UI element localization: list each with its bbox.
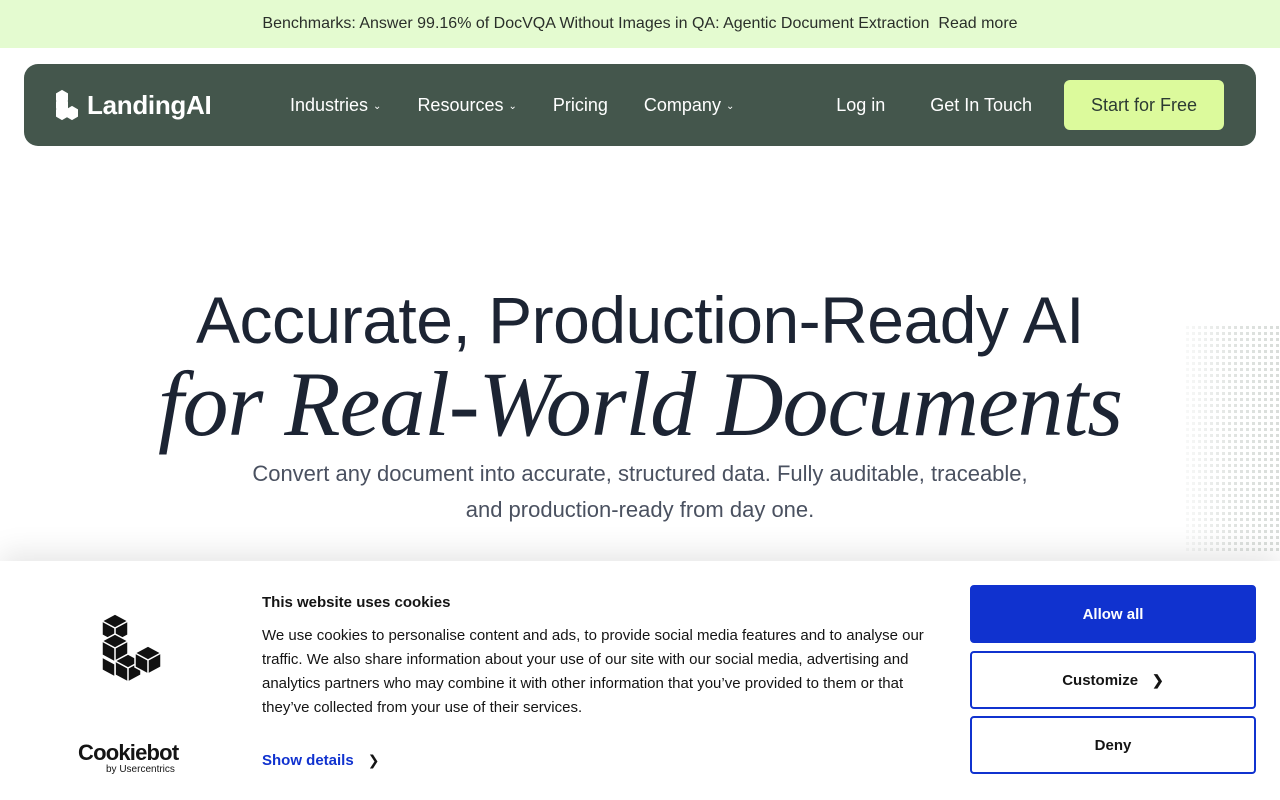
decorative-dot-pattern <box>1186 326 1280 552</box>
cookie-body: We use cookies to personalise content an… <box>262 627 924 716</box>
hero-title-italic: for Real-World Documents <box>157 353 1123 455</box>
customize-button[interactable]: Customize ❯ <box>970 651 1256 709</box>
cookiebot-by: by Usercentrics <box>106 764 175 775</box>
chevron-right-icon: ❯ <box>367 752 380 768</box>
hero-title: Accurate, Production-Ready AI <box>196 283 1084 357</box>
nav-pricing-label: Pricing <box>552 94 608 115</box>
cookie-heading: This website uses cookies <box>262 594 451 611</box>
nav-company[interactable]: Company ⌄ <box>644 95 734 116</box>
start-for-free-button[interactable]: Start for Free <box>1064 80 1224 130</box>
chevron-down-icon: ⌄ <box>373 100 382 112</box>
deny-button[interactable]: Deny <box>970 716 1256 774</box>
chevron-down-icon: ⌄ <box>725 100 735 112</box>
nav-resources[interactable]: Resources ⌄ <box>417 95 516 116</box>
get-in-touch-link[interactable]: Get In Touch <box>930 95 1032 116</box>
login-link[interactable]: Log in <box>836 95 885 116</box>
cookiebot-logo[interactable]: Cookiebot by Usercentrics <box>78 740 179 775</box>
hero-section: Accurate, Production-Ready AI for Real-W… <box>0 280 1280 528</box>
nav-industries[interactable]: Industries ⌄ <box>290 95 381 116</box>
hero-subtitle-line2: and production-ready from day one. <box>465 497 815 522</box>
nav-links: Industries ⌄ Resources ⌄ Pricing Company… <box>290 64 770 146</box>
chevron-right-icon: ❯ <box>1152 671 1164 688</box>
announcement-message: Benchmarks: Answer 99.16% of DocVQA With… <box>262 15 930 32</box>
announcement-bar: Benchmarks: Answer 99.16% of DocVQA With… <box>0 0 1280 48</box>
cookie-banner: Cookiebot by Usercentrics This website u… <box>0 561 1280 800</box>
nav-actions: Log in Get In Touch Start for Free <box>836 64 1224 146</box>
allow-all-button[interactable]: Allow all <box>970 585 1256 643</box>
cookie-brand-logo-icon <box>101 613 162 683</box>
read-more-link[interactable]: Read more <box>938 15 1017 33</box>
landingai-logo-icon <box>56 89 78 121</box>
show-details-link[interactable]: Show details ❯ <box>262 752 379 769</box>
cookiebot-name: Cookiebot <box>78 740 179 765</box>
show-details-label: Show details <box>262 752 354 769</box>
nav-company-label: Company <box>643 94 721 115</box>
nav-resources-label: Resources <box>417 94 504 115</box>
chevron-down-icon: ⌄ <box>508 100 517 112</box>
nav-industries-label: Industries <box>290 94 369 115</box>
customize-label: Customize <box>1062 671 1139 689</box>
nav-pricing[interactable]: Pricing <box>553 95 608 116</box>
hero-subtitle: Convert any document into accurate, stru… <box>0 456 1280 528</box>
brand-name: LandingAI <box>87 89 212 120</box>
cookie-text: This website uses cookies We use cookies… <box>262 594 952 720</box>
main-navbar: LandingAI Industries ⌄ Resources ⌄ Prici… <box>24 64 1256 146</box>
brand-logo[interactable]: LandingAI <box>55 88 212 122</box>
hero-subtitle-line1: Convert any document into accurate, stru… <box>252 461 1028 486</box>
